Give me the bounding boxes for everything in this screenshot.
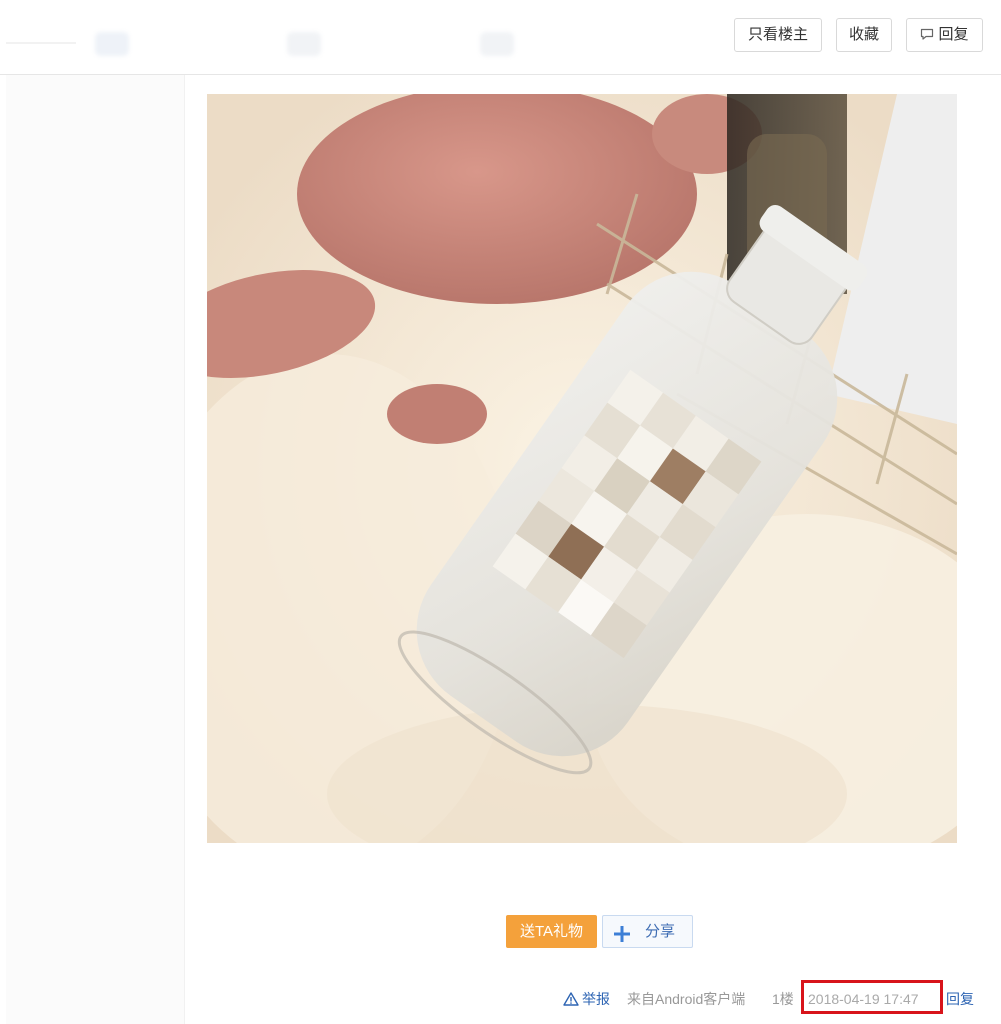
client-source: 来自Android客户端 [627, 991, 746, 1007]
report-link[interactable]: 举报 [563, 988, 610, 1010]
comment-icon [920, 20, 934, 40]
plus-icon [613, 923, 631, 942]
share-button[interactable]: 分享 [602, 915, 693, 948]
blurred-tab [287, 32, 321, 56]
floor-number: 1楼 [772, 991, 794, 1007]
author-column [6, 75, 185, 1024]
report-label: 举报 [582, 991, 610, 1007]
blurred-tab [95, 32, 129, 56]
send-gift-button[interactable]: 送TA礼物 [506, 915, 597, 948]
reply-button[interactable]: 回复 [906, 18, 983, 52]
send-gift-label: 送TA礼物 [519, 923, 584, 940]
post-timestamp: 2018-04-19 17:47 [808, 991, 919, 1007]
post-photo[interactable] [207, 94, 957, 843]
favorite-label: 收藏 [848, 26, 879, 43]
reply-label: 回复 [938, 26, 969, 43]
post-page: 只看楼主 收藏 回复 送TA礼物 分享 举报 来自Android客户端 1楼 2… [0, 0, 1001, 1024]
only-op-button[interactable]: 只看楼主 [734, 18, 822, 52]
only-op-label: 只看楼主 [747, 26, 808, 43]
warning-icon [563, 990, 579, 1006]
thread-toolbar: 只看楼主 收藏 回复 [0, 0, 1001, 75]
reply-link[interactable]: 回复 [946, 988, 974, 1010]
favorite-button[interactable]: 收藏 [836, 18, 892, 52]
blurred-tab [6, 42, 76, 44]
share-label: 分享 [645, 923, 676, 940]
blurred-tab [480, 32, 514, 56]
